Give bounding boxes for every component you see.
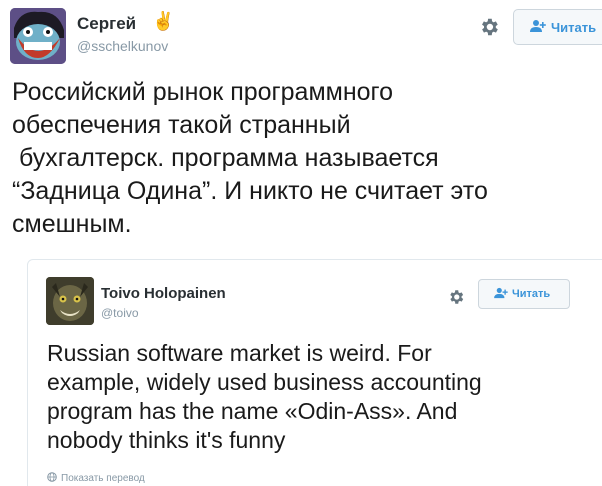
follow-label: Читать xyxy=(551,19,597,35)
follow-user-icon xyxy=(530,19,546,36)
tweet-text-line: Российский рынок программного xyxy=(12,78,394,106)
victory-hand-icon: ✌ xyxy=(152,11,175,31)
quoted-author-name[interactable]: Toivo Holopainen xyxy=(101,285,226,302)
follow-button[interactable]: Читать xyxy=(513,9,602,45)
globe-icon xyxy=(47,472,57,485)
tweet-text-line: смешным. xyxy=(12,210,132,238)
quoted-author-handle[interactable]: @toivo xyxy=(101,306,139,320)
tweet-text: Российский рынок программного обеспечени… xyxy=(12,76,592,241)
quoted-tweet-card[interactable]: Toivo Holopainen @toivo Читать Russian s… xyxy=(27,259,602,486)
translate-link[interactable]: Показать перевод xyxy=(47,472,145,485)
gear-icon[interactable] xyxy=(447,288,465,306)
avatar[interactable] xyxy=(10,8,66,64)
gear-icon[interactable] xyxy=(478,16,500,38)
quoted-avatar[interactable] xyxy=(46,277,94,325)
quoted-text-line: Russian software market is weird. For xyxy=(47,340,432,366)
follow-user-icon xyxy=(494,287,508,302)
tweet: Сергей ✌ @sschelkunov Читать Российский … xyxy=(0,0,602,486)
avatar-image xyxy=(10,8,66,64)
quoted-text-line: program has the name «Odin-Ass». And xyxy=(47,398,458,424)
author-name[interactable]: Сергей xyxy=(77,14,136,34)
quoted-follow-label: Читать xyxy=(512,288,551,300)
tweet-text-line: бухгалтерск. программа называется xyxy=(19,144,439,172)
translate-label: Показать перевод xyxy=(61,473,145,484)
quoted-text-line: example, widely used business accounting xyxy=(47,369,482,395)
quoted-text-line: nobody thinks it's funny xyxy=(47,427,286,453)
quoted-follow-button[interactable]: Читать xyxy=(478,279,570,309)
quoted-tweet-text: Russian software market is weird. For ex… xyxy=(47,339,567,455)
quoted-avatar-image xyxy=(46,277,94,325)
author-handle[interactable]: @sschelkunov xyxy=(77,38,168,54)
tweet-text-line: обеспечения такой странный xyxy=(12,111,351,139)
tweet-text-line: “Задница Одина”. И никто не считает это xyxy=(12,177,488,205)
